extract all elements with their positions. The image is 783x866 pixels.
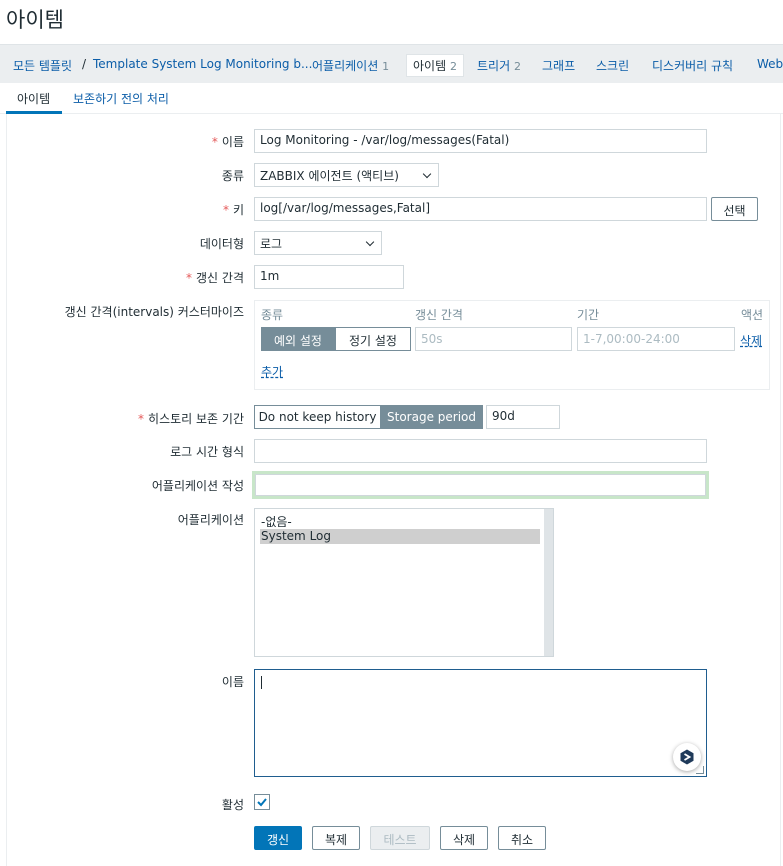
remove-interval-link[interactable]: 삭제 bbox=[740, 332, 762, 349]
breadcrumb: 모든 템플릿 / Template System Log Monitoring … bbox=[0, 44, 783, 83]
tab-preprocessing[interactable]: 보존하기 전의 처리 bbox=[73, 90, 169, 107]
tab-screens[interactable]: 스크린 bbox=[596, 57, 629, 74]
data-type-label: 데이터형 bbox=[199, 237, 244, 251]
update-button[interactable]: 갱신 bbox=[254, 826, 302, 850]
application-option-selected[interactable]: System Log bbox=[260, 529, 540, 544]
type-select[interactable]: ZABBIX 에이전트 (액티브) bbox=[254, 163, 439, 187]
tab-graphs[interactable]: 그래프 bbox=[542, 57, 575, 74]
header-interval: 갱신 간격 bbox=[415, 308, 463, 322]
enabled-checkbox[interactable] bbox=[254, 794, 270, 810]
tab-triggers[interactable]: 트리거 2 bbox=[477, 57, 521, 74]
applications-listbox[interactable]: -없음- System Log bbox=[254, 508, 554, 657]
tab-item[interactable]: 아이템 bbox=[17, 90, 50, 107]
data-type-select[interactable]: 로그 bbox=[254, 231, 382, 255]
tab-applications-count: 1 bbox=[382, 60, 390, 73]
description-textarea[interactable] bbox=[254, 669, 707, 777]
custom-intervals-table: 종류 갱신 간격 기간 액션 예외 설정 정기 설정 50s 1-7,00:00… bbox=[254, 300, 770, 390]
new-application-input-inner bbox=[255, 474, 706, 496]
header-period: 기간 bbox=[577, 308, 600, 322]
interval-period-input[interactable]: 1-7,00:00-24:00 bbox=[577, 327, 735, 351]
application-option[interactable]: -없음- bbox=[260, 513, 540, 529]
form-tabs: 아이템 보존하기 전의 처리 bbox=[0, 83, 783, 114]
tab-web[interactable]: Web bbox=[757, 57, 783, 71]
tab-triggers-count: 2 bbox=[513, 60, 521, 73]
add-interval-link[interactable]: 추가 bbox=[261, 363, 283, 380]
cancel-button[interactable]: 취소 bbox=[498, 826, 546, 850]
tab-items[interactable]: 아이템 2 bbox=[406, 54, 464, 77]
delete-button[interactable]: 삭제 bbox=[440, 826, 488, 850]
name-label: * 이름 bbox=[211, 135, 244, 149]
text-caret bbox=[261, 676, 262, 689]
breadcrumb-template[interactable]: Template System Log Monitoring b... bbox=[93, 57, 312, 71]
page-title: 아이템 bbox=[6, 8, 64, 32]
applications-label: 어플리케이션 bbox=[177, 513, 244, 527]
log-time-format-input[interactable] bbox=[254, 439, 707, 463]
header-type: 종류 bbox=[261, 308, 284, 322]
history-storage-toggle[interactable]: Storage period bbox=[380, 405, 483, 429]
clone-button[interactable]: 복제 bbox=[312, 826, 360, 850]
log-time-format-label: 로그 시간 형식 bbox=[170, 445, 244, 459]
enabled-label: 활성 bbox=[221, 798, 244, 812]
history-period-input[interactable]: 90d bbox=[486, 405, 560, 429]
check-icon bbox=[257, 798, 267, 807]
resize-handle[interactable] bbox=[696, 766, 704, 774]
history-label: * 히스토리 보존 기간 bbox=[138, 412, 244, 426]
new-application-label: 어플리케이션 작성 bbox=[151, 479, 244, 493]
tab-triggers-label: 트리거 bbox=[477, 59, 511, 73]
flexible-toggle[interactable]: 예외 설정 bbox=[261, 327, 335, 351]
custom-intervals-label: 갱신 간격(intervals) 커스터마이즈 bbox=[64, 305, 244, 319]
key-label: * 키 bbox=[222, 203, 244, 217]
tab-items-count: 2 bbox=[449, 60, 457, 73]
tab-discovery[interactable]: 디스커버리 규칙 bbox=[652, 57, 733, 74]
description-label: 이름 bbox=[221, 675, 244, 689]
new-application-input[interactable] bbox=[252, 471, 709, 499]
key-select-button[interactable]: 선택 bbox=[711, 197, 758, 221]
header-action: 액션 bbox=[741, 308, 764, 322]
type-label: 종류 bbox=[221, 169, 244, 183]
update-interval-label: * 갱신 간격 bbox=[186, 271, 244, 285]
tab-items-label: 아이템 bbox=[413, 59, 447, 73]
listbox-scrollbar[interactable] bbox=[544, 509, 553, 656]
history-no-keep-toggle[interactable]: Do not keep history bbox=[254, 405, 381, 429]
name-input[interactable]: Log Monitoring - /var/log/messages(Fatal… bbox=[254, 129, 707, 153]
key-input[interactable]: log[/var/log/messages,Fatal] bbox=[254, 197, 707, 221]
interval-delay-input[interactable]: 50s bbox=[415, 327, 572, 351]
breadcrumb-separator: / bbox=[82, 57, 87, 71]
tab-applications-label: 어플리케이션 bbox=[312, 59, 379, 73]
scheduling-toggle[interactable]: 정기 설정 bbox=[335, 327, 411, 351]
tab-applications[interactable]: 어플리케이션 1 bbox=[312, 57, 389, 74]
update-interval-input[interactable]: 1m bbox=[254, 265, 404, 289]
assistant-icon[interactable] bbox=[673, 743, 701, 771]
breadcrumb-all-templates[interactable]: 모든 템플릿 bbox=[13, 57, 72, 74]
test-button: 테스트 bbox=[370, 826, 430, 850]
